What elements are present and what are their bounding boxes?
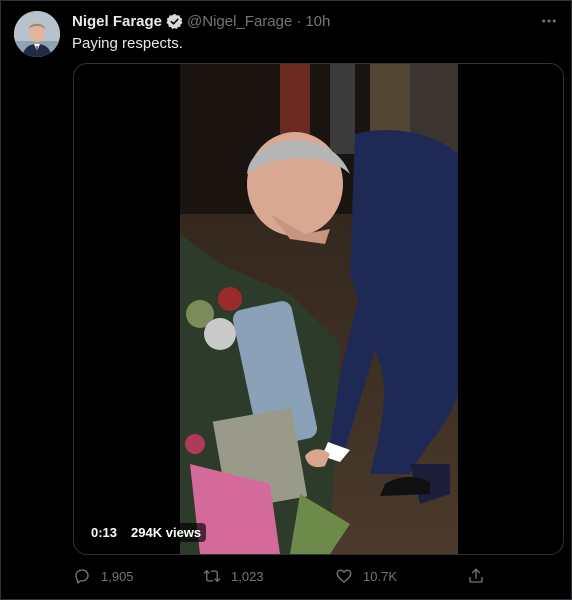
video-player[interactable]: 0:13 294K views bbox=[73, 63, 564, 555]
retweet-count: 1,023 bbox=[231, 568, 264, 584]
retweet-icon bbox=[203, 570, 221, 582]
tweet-timestamp[interactable]: 10h bbox=[305, 13, 330, 30]
header-separator: · bbox=[296, 12, 302, 30]
reply-count: 1,905 bbox=[101, 568, 134, 584]
verified-badge-icon bbox=[166, 13, 183, 30]
more-horizontal-icon[interactable] bbox=[537, 9, 561, 33]
tweet-text: Paying respects. bbox=[72, 35, 183, 52]
tweet-actions: 1,905 1,023 10.7K bbox=[73, 567, 493, 589]
video-views: 294K views bbox=[126, 523, 207, 542]
reply-icon bbox=[75, 569, 89, 584]
tweet[interactable]: Nigel Farage @Nigel_Farage · 10h Paying … bbox=[0, 0, 572, 600]
reply-button[interactable]: 1,905 bbox=[73, 567, 134, 585]
like-count: 10.7K bbox=[363, 568, 397, 584]
tweet-header: Nigel Farage @Nigel_Farage · 10h bbox=[72, 11, 330, 31]
author-name[interactable]: Nigel Farage bbox=[72, 13, 162, 30]
author-handle[interactable]: @Nigel_Farage bbox=[187, 13, 292, 30]
video-frame[interactable] bbox=[180, 64, 458, 554]
share-icon bbox=[469, 568, 483, 583]
retweet-button[interactable]: 1,023 bbox=[203, 567, 264, 585]
avatar[interactable] bbox=[14, 11, 60, 57]
heart-icon bbox=[336, 569, 352, 583]
video-duration: 0:13 bbox=[86, 523, 123, 542]
like-button[interactable]: 10.7K bbox=[335, 567, 397, 585]
video-overlay: 0:13 294K views bbox=[86, 523, 210, 542]
share-button[interactable] bbox=[467, 567, 495, 585]
